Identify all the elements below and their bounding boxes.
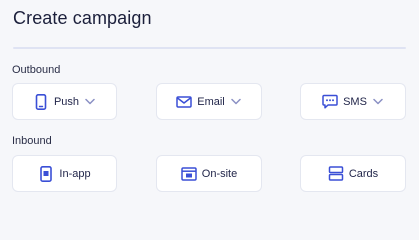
channel-button-on-site[interactable]: On-site <box>156 155 262 192</box>
in-app-icon <box>38 165 54 182</box>
section-label-outbound: Outbound <box>12 64 61 76</box>
channel-button-email[interactable]: Email <box>156 83 262 120</box>
cards-icon <box>328 166 344 182</box>
message-icon <box>322 94 338 110</box>
channel-button-in-app[interactable]: In-app <box>12 155 117 192</box>
chevron-down-icon <box>230 96 242 108</box>
chevron-down-icon <box>372 96 384 108</box>
chevron-down-icon <box>84 96 96 108</box>
page-title: Create campaign <box>13 8 152 28</box>
create-campaign-panel: Create campaign Outbound Push Email SMS … <box>0 0 419 201</box>
channel-label-push: Push <box>53 95 80 108</box>
section-label-inbound: Inbound <box>12 135 52 147</box>
channel-button-push[interactable]: Push <box>12 83 117 120</box>
divider <box>13 47 406 49</box>
channel-button-cards[interactable]: Cards <box>300 155 406 192</box>
channel-label-sms: SMS <box>343 95 367 108</box>
phone-icon <box>33 93 49 110</box>
browser-window-icon <box>181 166 197 182</box>
channel-label-cards: Cards <box>348 167 379 180</box>
channel-label-in-app: In-app <box>59 167 91 180</box>
channel-label-on-site: On-site <box>201 167 238 180</box>
envelope-icon <box>176 94 192 110</box>
channel-label-email: Email <box>197 95 225 108</box>
channel-button-sms[interactable]: SMS <box>300 83 406 120</box>
